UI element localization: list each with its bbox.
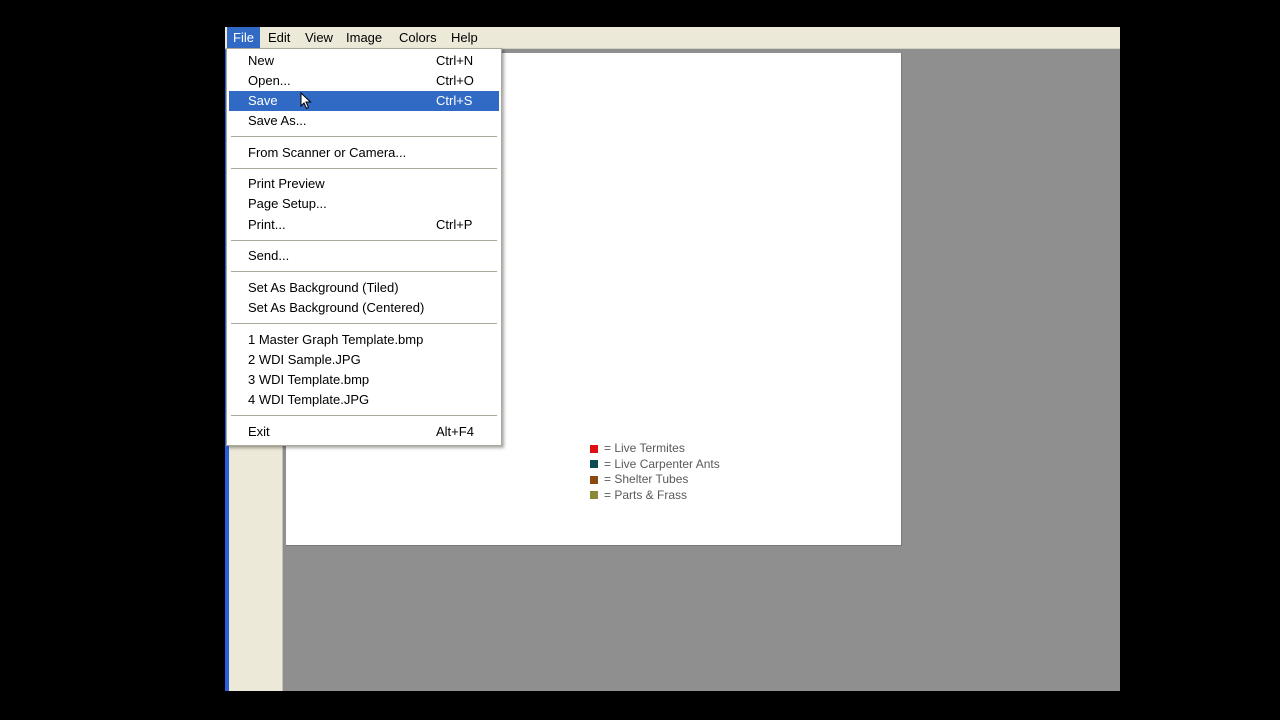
menu-item-save[interactable]: Save Ctrl+S: [229, 91, 499, 111]
legend-swatch: [590, 475, 598, 484]
menu-item-label: New: [248, 53, 275, 68]
menu-item-label: Exit: [248, 424, 270, 439]
menu-item-label: 4 WDI Template.JPG: [248, 392, 370, 407]
menu-item-print-preview[interactable]: Print Preview: [229, 174, 499, 194]
legend-label: = Parts & Frass: [604, 487, 688, 502]
menu-item-new[interactable]: New Ctrl+N: [229, 51, 499, 71]
legend-label: = Live Carpenter Ants: [604, 456, 720, 471]
menu-item-label: Save: [248, 93, 278, 108]
menu-item-exit[interactable]: Exit Alt+F4: [229, 422, 499, 442]
menu-file[interactable]: File: [227, 27, 260, 48]
menu-edit[interactable]: Edit: [262, 27, 296, 48]
menu-item-label: Save As...: [248, 113, 307, 128]
menu-item-page-setup[interactable]: Page Setup...: [229, 194, 499, 214]
menu-view[interactable]: View: [299, 27, 339, 48]
menu-item-save-as[interactable]: Save As...: [229, 111, 499, 131]
menu-item-label: Set As Background (Tiled): [248, 280, 399, 295]
menu-item-label: From Scanner or Camera...: [248, 145, 407, 160]
menu-item-send[interactable]: Send...: [229, 246, 499, 266]
legend: = Live Termites = Live Carpenter Ants = …: [590, 441, 720, 503]
menu-separator: [231, 271, 497, 272]
menu-item-shortcut: Ctrl+O: [436, 73, 474, 88]
menu-item-label: 3 WDI Template.bmp: [248, 372, 370, 387]
legend-swatch: [590, 491, 598, 500]
menu-bar: File Edit View Image Colors Help: [225, 27, 1120, 49]
menu-item-shortcut: Ctrl+P: [436, 217, 473, 232]
menu-separator: [231, 415, 497, 416]
menu-item-label: Page Setup...: [248, 196, 327, 211]
menu-separator: [231, 168, 497, 169]
menu-image[interactable]: Image: [340, 27, 388, 48]
menu-item-label: 1 Master Graph Template.bmp: [248, 332, 424, 347]
menu-item-recent-file[interactable]: 1 Master Graph Template.bmp: [229, 330, 499, 350]
legend-swatch: [590, 444, 598, 453]
menu-item-recent-file[interactable]: 2 WDI Sample.JPG: [229, 350, 499, 370]
menu-item-shortcut: Alt+F4: [436, 424, 474, 439]
menu-colors[interactable]: Colors: [393, 27, 443, 48]
menu-help[interactable]: Help: [445, 27, 484, 48]
legend-label: = Shelter Tubes: [604, 472, 689, 486]
file-menu-dropdown: New Ctrl+N Open... Ctrl+O Save Ctrl+S Sa…: [226, 48, 502, 446]
mouse-pointer-icon: [300, 92, 312, 110]
menu-item-recent-file[interactable]: 3 WDI Template.bmp: [229, 370, 499, 390]
menu-item-background-tiled[interactable]: Set As Background (Tiled): [229, 278, 499, 298]
menu-separator: [231, 136, 497, 137]
menu-item-shortcut: Ctrl+S: [436, 93, 473, 108]
menu-item-label: Print Preview: [248, 176, 325, 191]
menu-item-label: 2 WDI Sample.JPG: [248, 352, 361, 367]
legend-item: = Shelter Tubes: [590, 472, 720, 488]
legend-swatch: [590, 460, 598, 469]
menu-item-print[interactable]: Print... Ctrl+P: [229, 215, 499, 235]
menu-item-label: Open...: [248, 73, 291, 88]
menu-item-label: Send...: [248, 248, 290, 263]
legend-item: = Live Carpenter Ants: [590, 457, 720, 473]
menu-item-background-centered[interactable]: Set As Background (Centered): [229, 298, 499, 318]
legend-item: = Live Termites: [590, 441, 720, 457]
menu-separator: [231, 323, 497, 324]
menu-item-recent-file[interactable]: 4 WDI Template.JPG: [229, 390, 499, 410]
legend-item: = Parts & Frass: [590, 488, 720, 504]
menu-item-from-scanner[interactable]: From Scanner or Camera...: [229, 143, 499, 163]
menu-item-label: Set As Background (Centered): [248, 300, 425, 315]
menu-item-shortcut: Ctrl+N: [436, 53, 474, 68]
legend-label: = Live Termites: [604, 441, 685, 455]
menu-item-label: Print...: [248, 217, 286, 232]
menu-item-open[interactable]: Open... Ctrl+O: [229, 71, 499, 91]
menu-separator: [231, 240, 497, 241]
